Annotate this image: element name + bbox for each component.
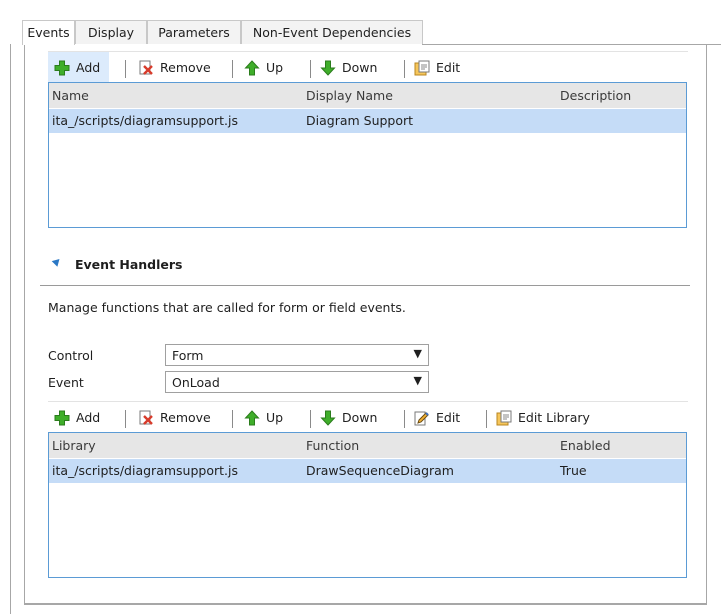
collapse-triangle-icon[interactable] — [51, 256, 63, 267]
table-row[interactable]: ita_/scripts/diagramsupport.js Diagram S… — [49, 109, 686, 133]
arrow-up-icon — [244, 409, 260, 426]
arrow-down-icon — [320, 60, 336, 76]
down-handler-button[interactable]: Down — [314, 402, 383, 433]
libraries-toolbar: Add Remove Up Down Edit — [48, 51, 688, 83]
remove-library-button[interactable]: Remove — [132, 52, 217, 83]
column-header-display-name[interactable]: Display Name — [306, 88, 393, 103]
panel-right-border — [706, 45, 707, 605]
control-select-value: Form — [172, 348, 204, 363]
column-header-enabled[interactable]: Enabled — [560, 438, 611, 453]
up-handler-button[interactable]: Up — [238, 402, 289, 433]
toolbar-separator — [310, 410, 311, 428]
tab-display[interactable]: Display — [75, 20, 147, 44]
handlers-grid: Library Function Enabled ita_/scripts/di… — [48, 432, 687, 578]
chevron-down-icon: ▼ — [413, 374, 422, 387]
control-select[interactable]: Form ▼ — [165, 344, 429, 366]
up-library-button[interactable]: Up — [238, 52, 289, 83]
cell-function: DrawSequenceDiagram — [306, 463, 454, 478]
toolbar-separator — [125, 60, 126, 78]
add-handler-button[interactable]: Add — [48, 402, 106, 433]
column-header-function[interactable]: Function — [306, 438, 359, 453]
tab-non-event-dependencies[interactable]: Non-Event Dependencies — [241, 20, 423, 44]
plus-icon — [54, 60, 70, 76]
add-library-button[interactable]: Add — [48, 52, 109, 83]
event-select[interactable]: OnLoad ▼ — [165, 371, 429, 393]
tab-strip-line — [422, 44, 721, 45]
down-library-button[interactable]: Down — [314, 52, 383, 83]
edit-library-icon — [496, 410, 512, 426]
panel-bottom-border — [24, 603, 707, 605]
section-description: Manage functions that are called for for… — [48, 300, 406, 315]
toolbar-separator — [232, 60, 233, 78]
edit-icon — [414, 60, 430, 76]
edit-handler-button[interactable]: Edit — [408, 402, 466, 433]
event-label: Event — [48, 375, 84, 390]
column-header-name[interactable]: Name — [52, 88, 89, 103]
panel-left-border — [24, 44, 25, 604]
cell-name: ita_/scripts/diagramsupport.js — [52, 113, 238, 128]
section-title-event-handlers: Event Handlers — [75, 257, 183, 272]
handlers-grid-header: Library Function Enabled — [49, 433, 686, 458]
remove-handler-button[interactable]: Remove — [132, 402, 217, 433]
toolbar-separator — [404, 410, 405, 428]
toolbar-separator — [486, 410, 487, 428]
arrow-up-icon — [244, 59, 260, 76]
edit-library-button[interactable]: Edit Library — [490, 402, 596, 433]
cell-library: ita_/scripts/diagramsupport.js — [52, 463, 238, 478]
libraries-grid: Name Display Name Description ita_/scrip… — [48, 82, 687, 228]
toolbar-separator — [125, 410, 126, 428]
plus-icon — [54, 410, 70, 426]
edit-library-button[interactable]: Edit — [408, 52, 466, 83]
control-label: Control — [48, 348, 94, 363]
toolbar-separator — [310, 60, 311, 78]
column-header-description[interactable]: Description — [560, 88, 631, 103]
handlers-toolbar: Add Remove Up Down Edit Edit Library — [48, 401, 688, 433]
column-header-library[interactable]: Library — [52, 438, 96, 453]
arrow-down-icon — [320, 410, 336, 426]
toolbar-separator — [404, 60, 405, 78]
cell-display-name: Diagram Support — [306, 113, 414, 128]
remove-icon — [138, 60, 154, 76]
tab-parameters[interactable]: Parameters — [147, 20, 241, 44]
chevron-down-icon: ▼ — [413, 347, 422, 360]
cell-enabled: True — [560, 463, 587, 478]
pencil-edit-icon — [414, 410, 430, 426]
left-border — [10, 44, 11, 614]
section-divider — [40, 285, 690, 286]
libraries-grid-header: Name Display Name Description — [49, 83, 686, 108]
table-row[interactable]: ita_/scripts/diagramsupport.js DrawSeque… — [49, 459, 686, 483]
event-select-value: OnLoad — [172, 375, 220, 390]
remove-icon — [138, 410, 154, 426]
tab-events[interactable]: Events — [22, 20, 75, 45]
toolbar-separator — [232, 410, 233, 428]
